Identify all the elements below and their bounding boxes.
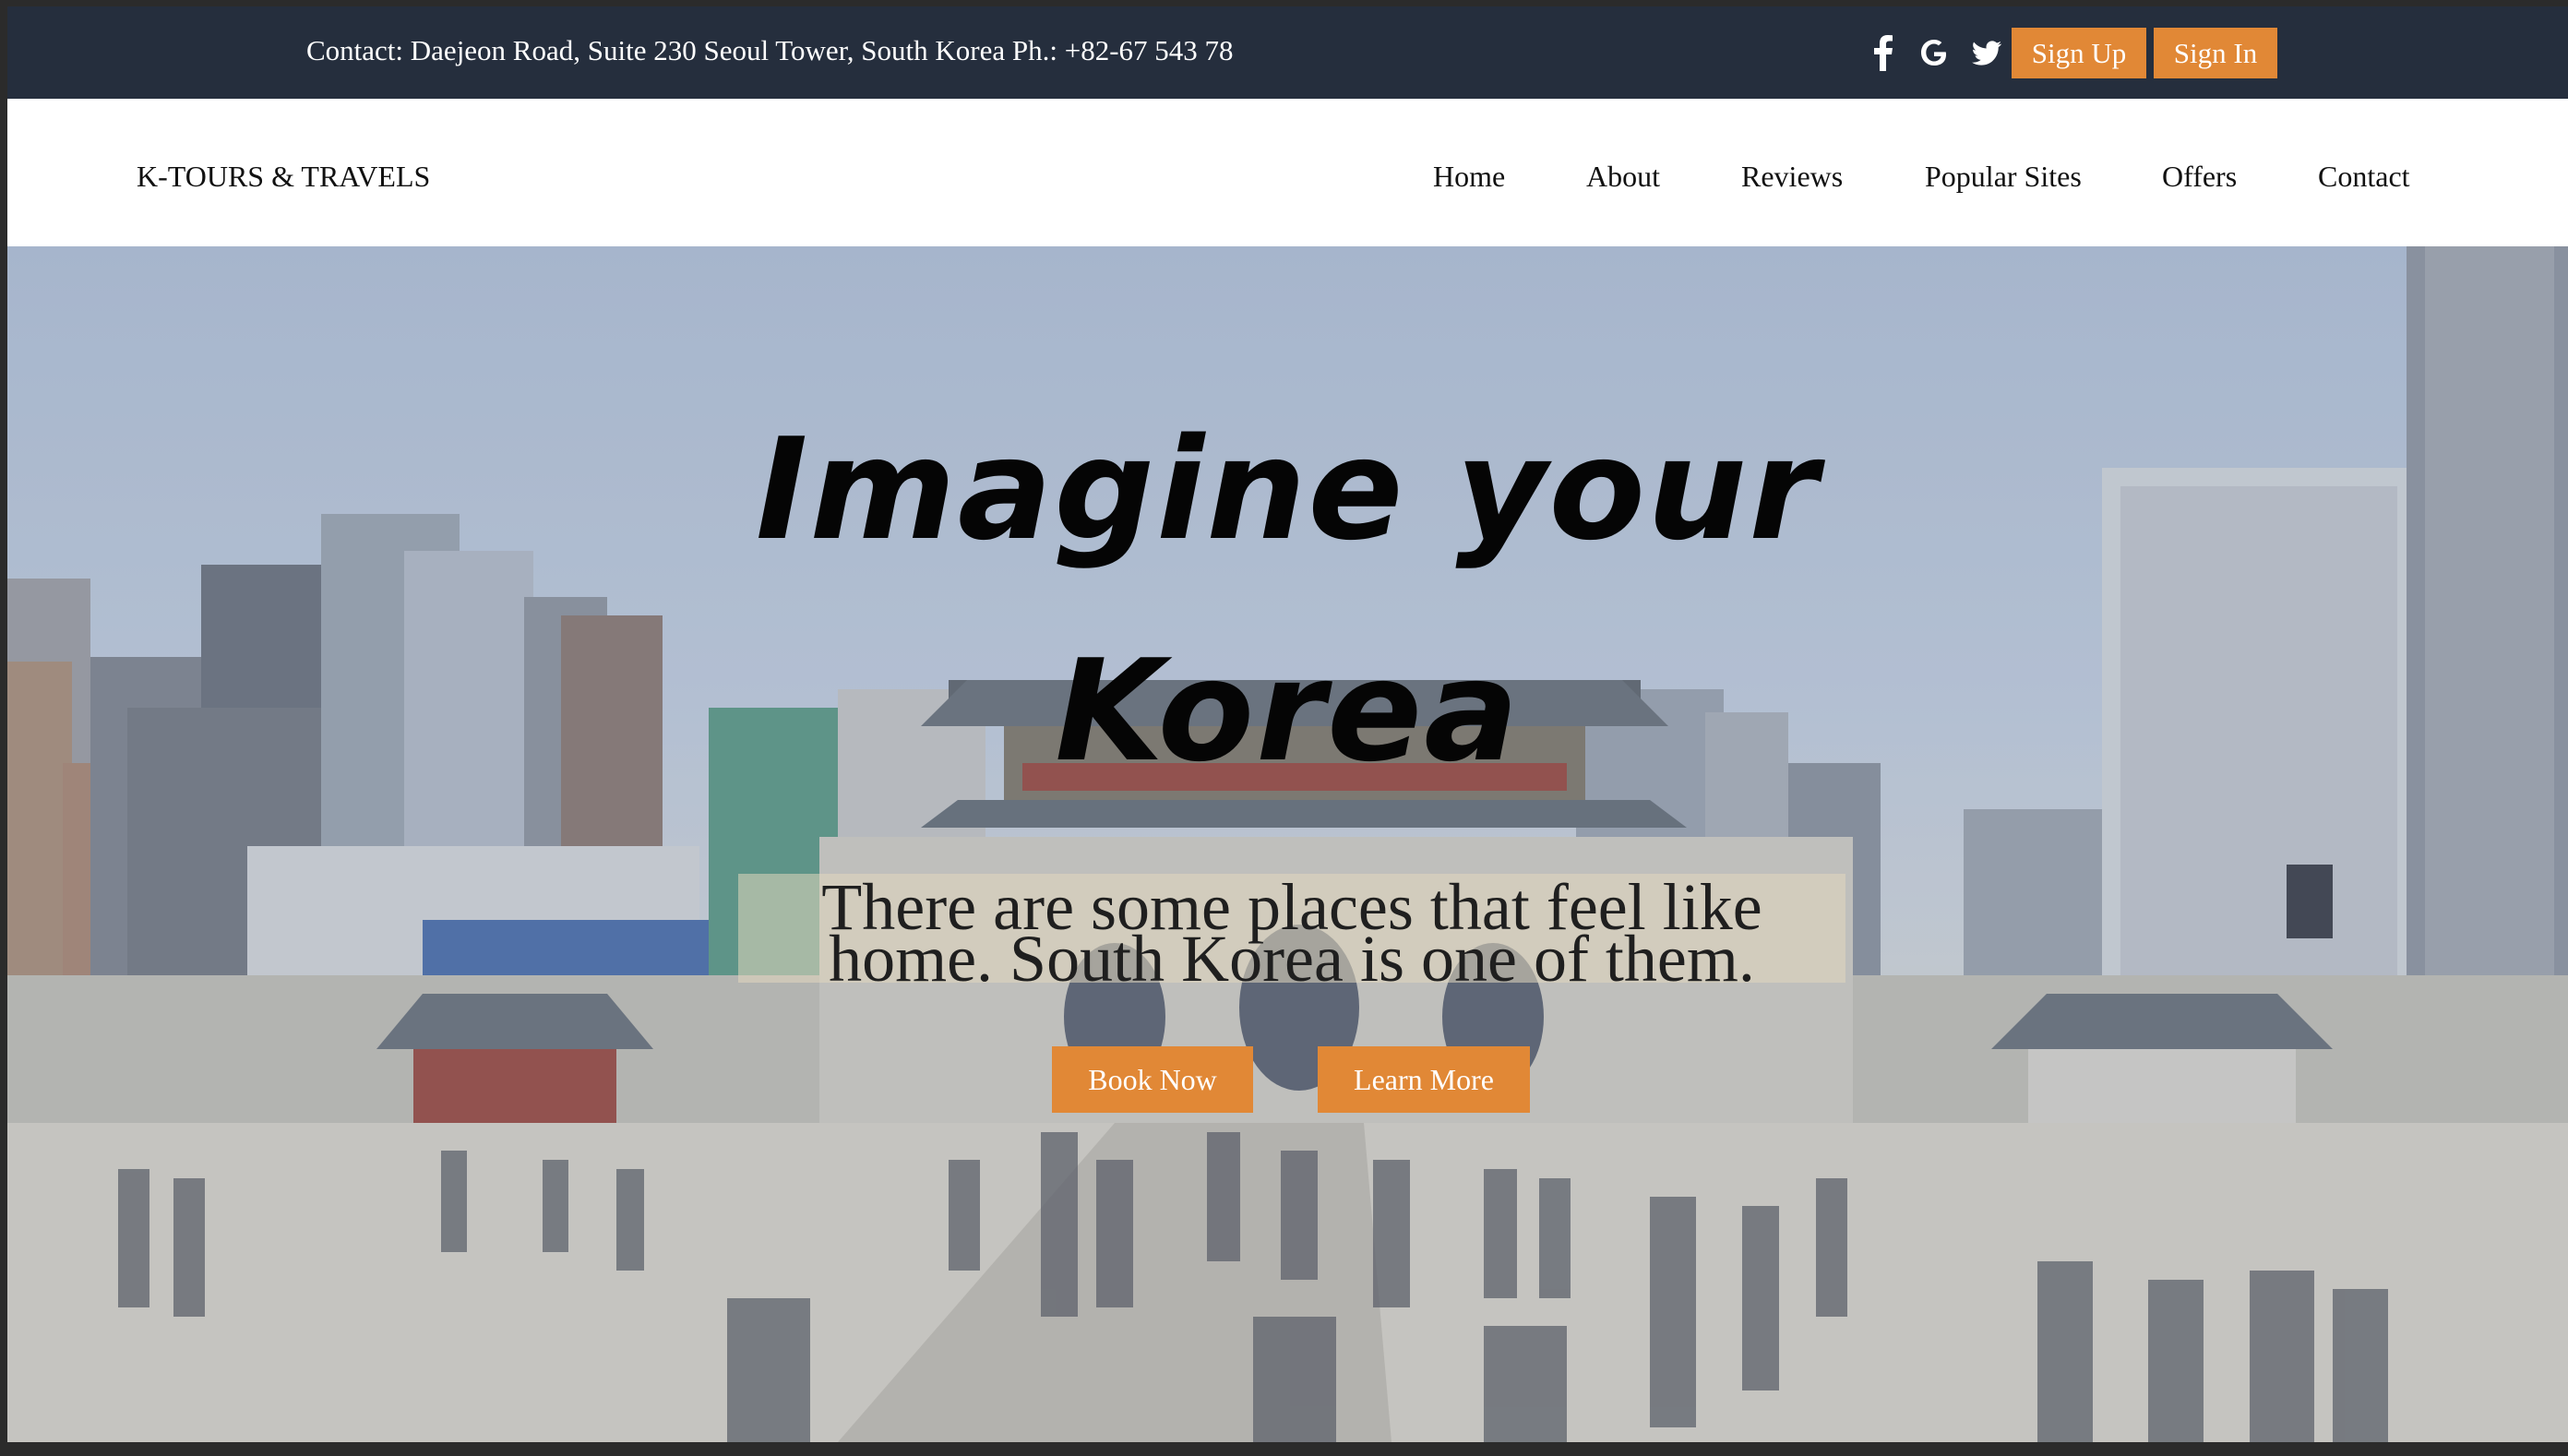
hero-headline-line-1: Imagine your [755, 408, 1821, 571]
brand-logo[interactable]: K-TOURS & TRAVELS [137, 160, 430, 194]
top-contact-bar: Contact: Daejeon Road, Suite 230 Seoul T… [7, 6, 2568, 99]
sign-in-button[interactable]: Sign In [2154, 28, 2277, 78]
hero-tagline: There are some places that feel like hom… [738, 874, 1845, 996]
contact-info: Contact: Daejeon Road, Suite 230 Seoul T… [306, 34, 1234, 66]
nav-about[interactable]: About [1586, 160, 1660, 194]
learn-more-button[interactable]: Learn More [1318, 1046, 1530, 1113]
browser-viewport: Contact: Daejeon Road, Suite 230 Seoul T… [7, 6, 2568, 1442]
hero-section: Imagine your Korea There are some places… [7, 246, 2568, 1442]
nav-popular-sites[interactable]: Popular Sites [1925, 160, 2082, 194]
twitter-icon[interactable] [1971, 34, 2002, 71]
sign-up-button[interactable]: Sign Up [2012, 28, 2146, 78]
book-now-button[interactable]: Book Now [1052, 1046, 1253, 1113]
google-icon[interactable] [1919, 34, 1949, 71]
nav-contact[interactable]: Contact [2318, 160, 2410, 194]
nav-home[interactable]: Home [1433, 160, 1505, 194]
tagline-line-2: home. South Korea is one of them. [829, 922, 1755, 996]
facebook-icon[interactable] [1873, 34, 1893, 71]
nav-reviews[interactable]: Reviews [1741, 160, 1843, 194]
main-navbar: K-TOURS & TRAVELS Home About Reviews Pop… [7, 99, 2568, 246]
nav-offers[interactable]: Offers [2162, 160, 2237, 194]
hero-headline-line-2: Korea [1055, 629, 1521, 793]
